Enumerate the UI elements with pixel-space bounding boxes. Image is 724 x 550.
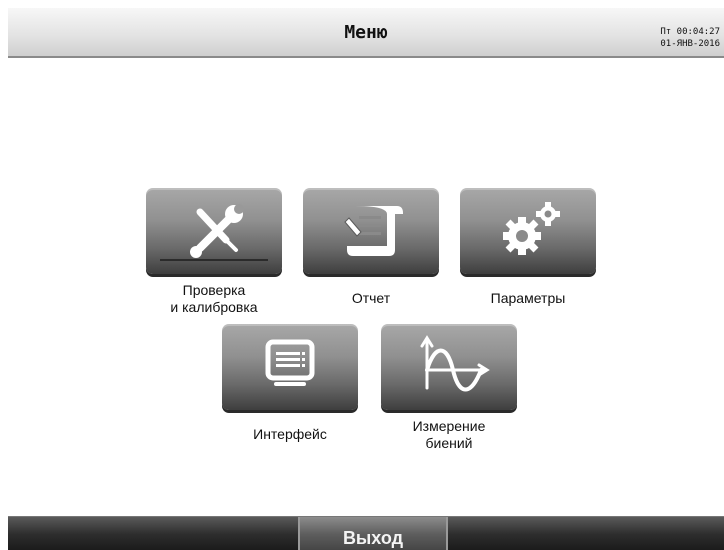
clock-date: 01-ЯНВ-2016 <box>660 39 720 49</box>
exit-label: Выход <box>342 528 404 548</box>
clock: Пт 00:04:27 01-ЯНВ-2016 <box>660 26 720 50</box>
monitor-icon <box>265 339 315 386</box>
bottom-toolbar: Выход <box>8 516 724 550</box>
parameters-label: Параметры <box>490 290 566 306</box>
calibration-label: Проверка и калибровка <box>170 282 258 315</box>
toolbar-divider <box>446 517 448 550</box>
parameters-button[interactable] <box>460 188 596 274</box>
gears-icon <box>503 202 560 255</box>
menu-screen: Меню Пт 00:04:27 01-ЯНВ-2016 Проверка и … <box>8 8 724 550</box>
beat-measurement-label: Измерение биений <box>412 418 486 451</box>
interface-button[interactable] <box>222 324 358 410</box>
report-button[interactable] <box>303 188 439 274</box>
interface-label: Интерфейс <box>253 426 327 442</box>
exit-button[interactable]: Выход <box>300 517 446 550</box>
title-bar: Меню Пт 00:04:27 01-ЯНВ-2016 <box>8 8 724 58</box>
report-scroll-icon <box>344 206 403 256</box>
clock-weekday-time: Пт 00:04:27 <box>660 27 720 37</box>
report-label: Отчет <box>351 290 391 306</box>
tile-underline <box>160 259 268 261</box>
beat-measurement-button[interactable] <box>381 324 517 410</box>
page-title: Меню <box>344 22 388 43</box>
calibration-button[interactable] <box>146 188 282 274</box>
sine-wave-icon <box>420 335 490 392</box>
wrench-screwdriver-icon <box>190 204 244 258</box>
